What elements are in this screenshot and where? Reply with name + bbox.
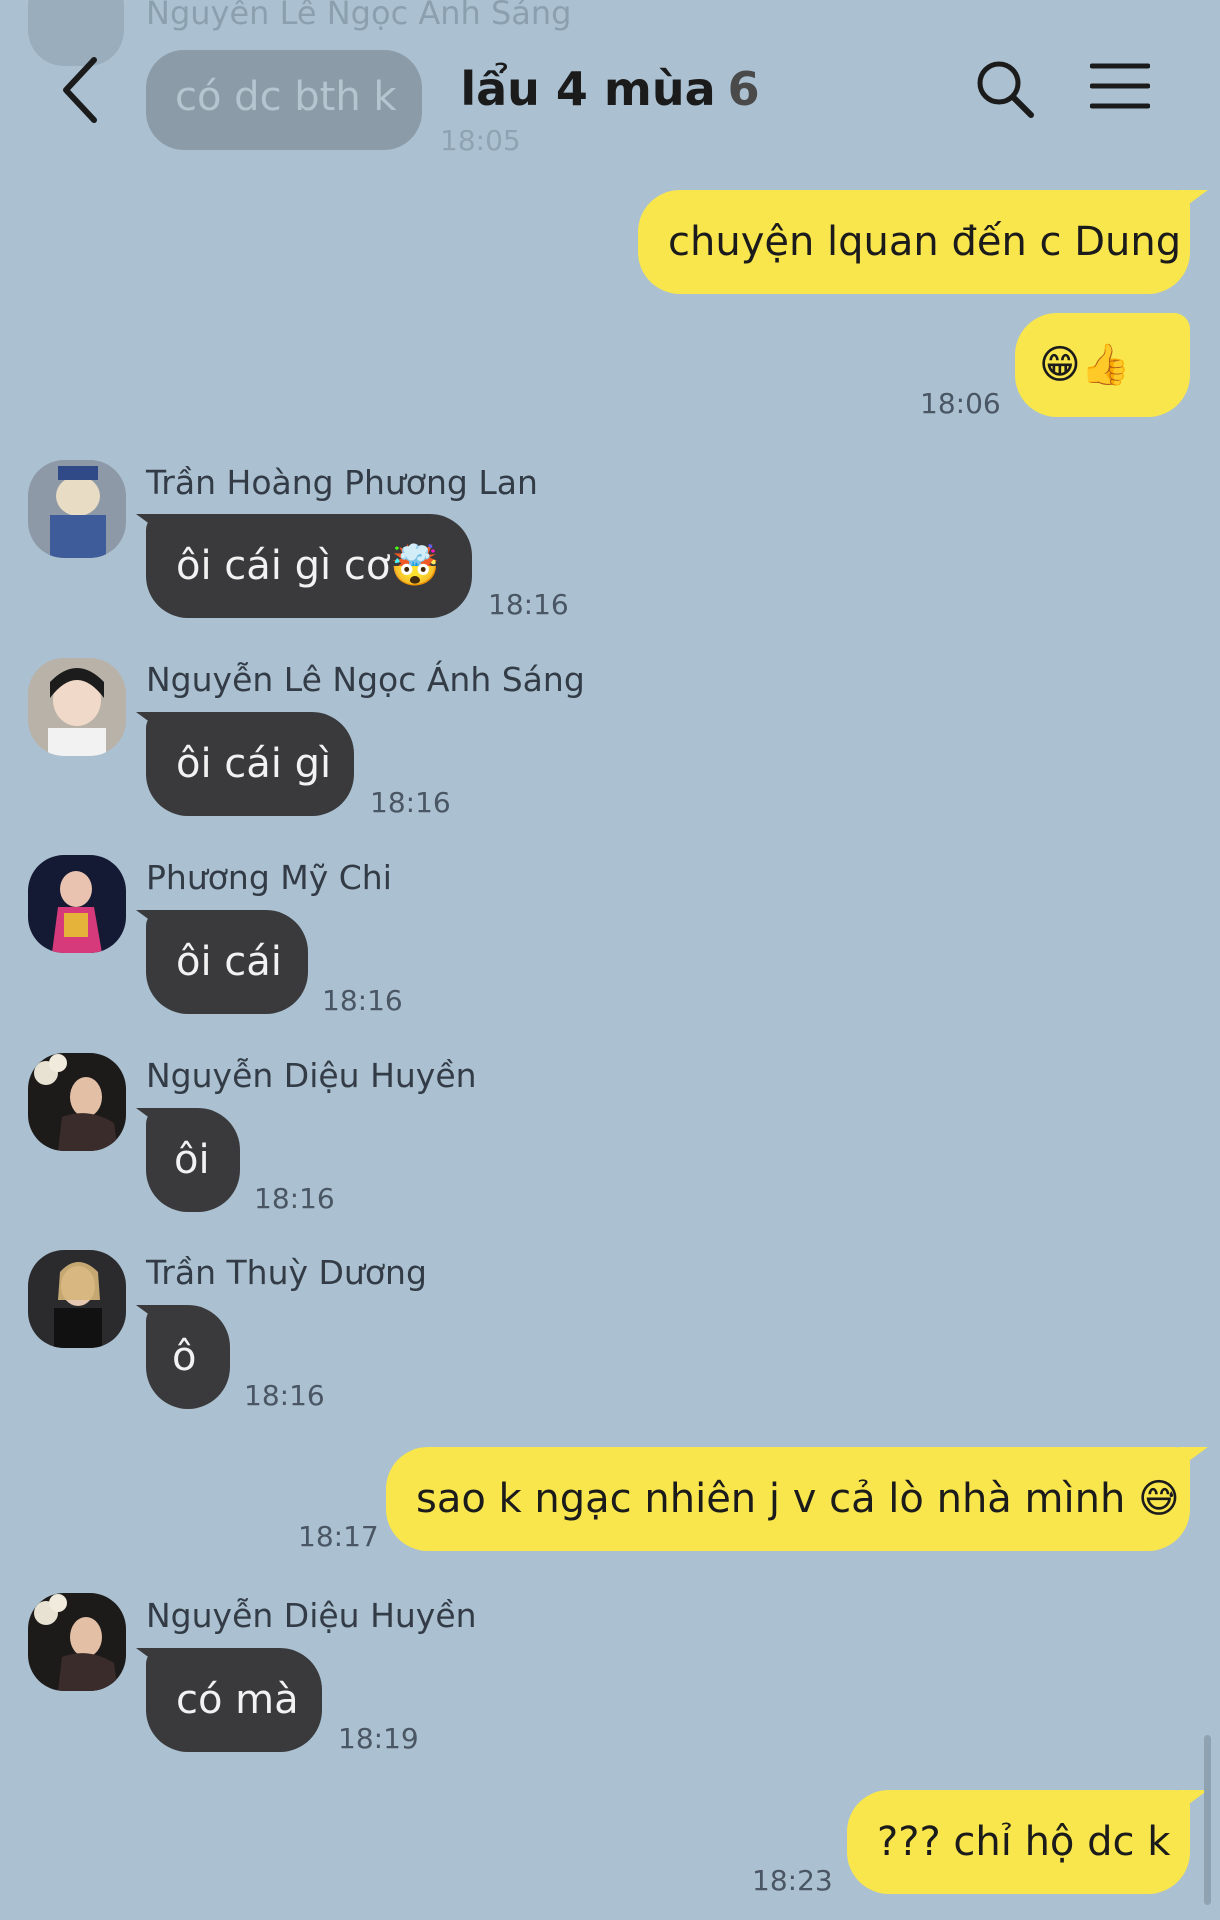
scrollbar[interactable] <box>1204 1735 1211 1905</box>
avatar-image <box>28 1593 126 1691</box>
sender-name: Nguyễn Lê Ngọc Ánh Sáng <box>146 660 585 699</box>
search-icon <box>977 61 1034 118</box>
avatar-thuy-duong[interactable] <box>28 1250 126 1348</box>
message-bubble[interactable]: ôi cái gì <box>146 712 354 816</box>
sender-name: Trần Hoàng Phương Lan <box>146 463 538 502</box>
message-bubble[interactable]: ??? chỉ hộ dc k <box>847 1790 1190 1894</box>
message-time: 18:06 <box>920 387 1001 420</box>
sender-name: Nguyễn Diệu Huyền <box>146 1596 477 1635</box>
avatar-image <box>28 658 126 756</box>
avatar-image <box>28 1053 126 1151</box>
bubble-tail <box>136 514 166 536</box>
message-time: 18:16 <box>244 1379 325 1412</box>
group-name: lẩu 4 mùa <box>460 62 716 116</box>
bubble-tail <box>136 1305 166 1327</box>
bubble-tail <box>1178 1447 1208 1469</box>
search-button[interactable] <box>974 58 1036 120</box>
message-time: 18:16 <box>488 588 569 621</box>
message-bubble[interactable]: ôi cái <box>146 910 308 1014</box>
avatar-anh-sang[interactable] <box>28 658 126 756</box>
message-bubble[interactable]: có mà <box>146 1648 322 1752</box>
avatar-dieu-huyen[interactable] <box>28 1593 126 1691</box>
back-button[interactable] <box>54 52 108 128</box>
message-bubble[interactable]: chuyện lquan đến c Dung <box>638 190 1190 294</box>
chat-screen: Nguyễn Lê Ngọc Ánh Sáng có dc bth k 18:0… <box>0 0 1220 1920</box>
bubble-tail <box>136 712 166 734</box>
message-time: 18:16 <box>322 984 403 1017</box>
sender-name: Nguyễn Diệu Huyền <box>146 1056 477 1095</box>
sender-name: Phương Mỹ Chi <box>146 858 392 897</box>
chevron-left-icon <box>63 57 97 123</box>
hamburger-menu-icon <box>1089 63 1151 109</box>
avatar-image <box>28 855 126 953</box>
chat-header: lẩu 4 mùa 6 <box>0 0 1220 180</box>
message-time: 18:17 <box>298 1520 379 1553</box>
bubble-tail <box>136 1108 166 1130</box>
chat-title: lẩu 4 mùa 6 <box>0 62 1220 116</box>
sender-name: Trần Thuỳ Dương <box>146 1253 427 1292</box>
message-bubble[interactable]: ôi cái gì cơ🤯 <box>146 514 472 618</box>
avatar-my-chi[interactable] <box>28 855 126 953</box>
message-time: 18:16 <box>370 786 451 819</box>
bubble-tail <box>136 910 166 932</box>
avatar-image <box>28 1250 126 1348</box>
bubble-tail <box>136 1648 166 1670</box>
menu-button[interactable] <box>1089 62 1151 110</box>
message-bubble[interactable]: 😁👍 <box>1015 313 1190 417</box>
bubble-tail <box>1178 190 1208 212</box>
avatar-dieu-huyen[interactable] <box>28 1053 126 1151</box>
avatar-phuong-lan[interactable] <box>28 460 126 558</box>
member-count: 6 <box>727 62 760 116</box>
message-time: 18:16 <box>254 1182 335 1215</box>
avatar-image <box>28 460 126 558</box>
message-time: 18:23 <box>752 1864 833 1897</box>
message-bubble[interactable]: sao k ngạc nhiên j v cả lò nhà mình 😅 <box>386 1447 1190 1551</box>
message-time: 18:19 <box>338 1722 419 1755</box>
